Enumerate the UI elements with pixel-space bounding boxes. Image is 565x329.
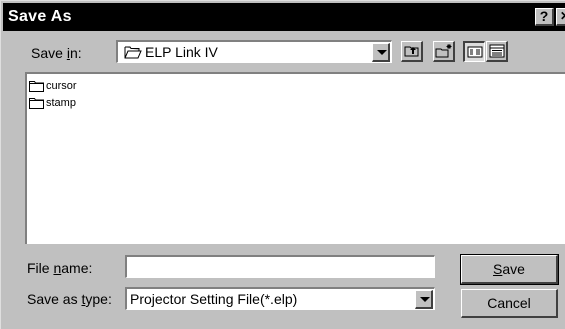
save-as-dialog: Save As ? ✕ Save in: ELP Link IV: [0, 0, 565, 329]
create-new-folder-button[interactable]: [433, 41, 455, 62]
save-in-dropdown-button[interactable]: [372, 43, 390, 62]
cancel-button[interactable]: Cancel: [461, 289, 558, 318]
save-as-type-dropdown-button[interactable]: [415, 290, 433, 309]
save-in-combo[interactable]: ELP Link IV: [116, 40, 392, 63]
file-name-field[interactable]: [125, 255, 435, 278]
create-new-folder-icon: [435, 44, 452, 58]
dialog-title: Save As: [8, 8, 72, 25]
help-button[interactable]: ?: [535, 8, 554, 26]
list-view-button[interactable]: [463, 41, 485, 62]
save-button[interactable]: Save: [460, 254, 559, 285]
file-name: cursor: [46, 80, 77, 92]
details-view-button[interactable]: [486, 41, 508, 62]
file-name-label: File name:: [27, 260, 93, 276]
chevron-down-icon: [420, 297, 430, 302]
list-view-icon: [467, 46, 483, 58]
folder-icon: [29, 98, 44, 109]
save-in-value: ELP Link IV: [145, 44, 218, 60]
up-one-level-button[interactable]: [401, 41, 423, 62]
open-folder-icon: [124, 46, 142, 59]
details-view-icon: [489, 44, 505, 58]
file-list[interactable]: cursor stamp: [25, 72, 565, 244]
save-as-type-value: Projector Setting File(*.elp): [130, 291, 298, 307]
title-bar[interactable]: Save As ? ✕: [3, 3, 565, 31]
close-button[interactable]: ✕: [556, 8, 565, 26]
save-in-label: Save in:: [31, 45, 82, 61]
save-as-type-combo[interactable]: Projector Setting File(*.elp): [125, 287, 435, 310]
save-as-type-label: Save as type:: [27, 291, 112, 307]
chevron-down-icon: [377, 50, 387, 55]
folder-icon: [29, 81, 44, 92]
file-name: stamp: [46, 97, 76, 109]
up-one-level-icon: [404, 46, 419, 57]
